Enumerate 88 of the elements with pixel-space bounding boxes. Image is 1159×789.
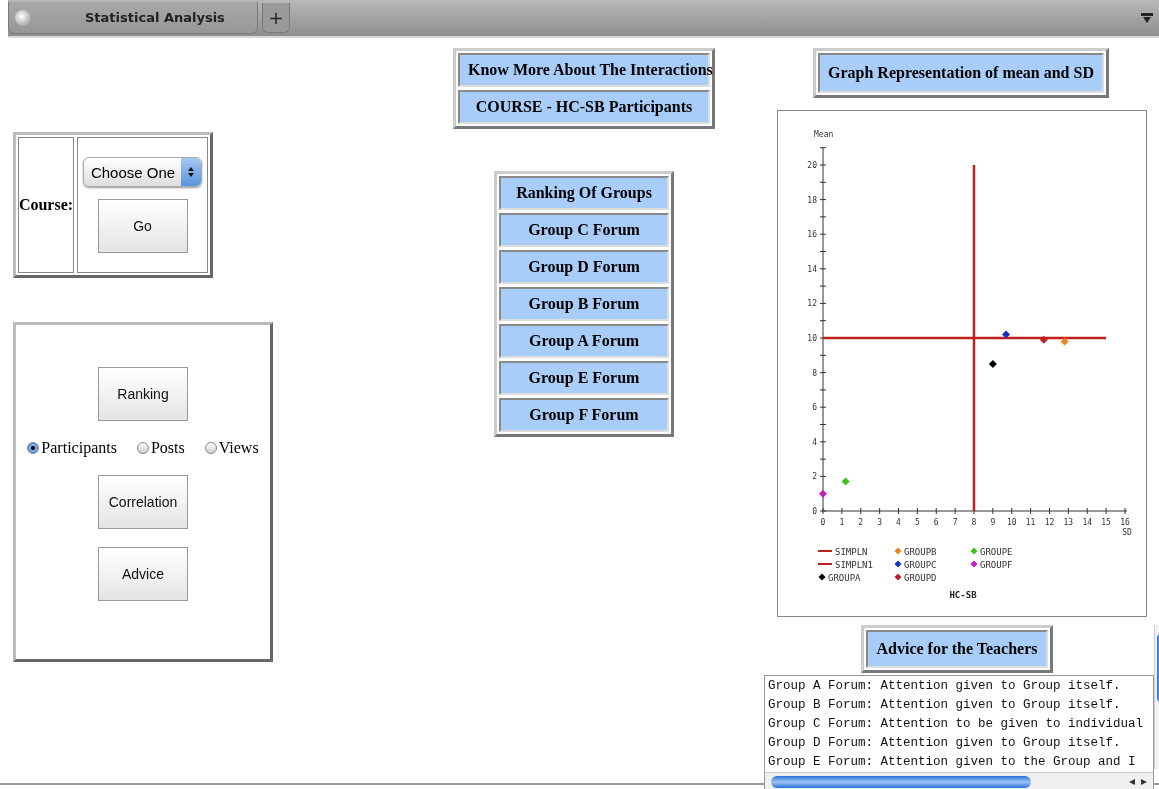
tick-label: 15 xyxy=(1101,518,1111,527)
tick-label: 10 xyxy=(807,334,817,343)
table-cell[interactable]: Group F Forum xyxy=(499,398,669,432)
legend-item: GROUPB xyxy=(894,546,937,557)
tick-label: 1 xyxy=(839,518,845,527)
data-point xyxy=(988,359,997,368)
legend-item: SIMPLN xyxy=(817,546,868,557)
legend-label: GROUPD xyxy=(904,572,937,583)
legend-item: GROUPE xyxy=(970,546,1013,557)
legend-item: GROUPD xyxy=(894,572,937,583)
browser-tab[interactable]: Statistical Analysis xyxy=(8,2,258,34)
axis-title: Mean xyxy=(814,130,834,139)
course-label: Course: xyxy=(18,196,74,214)
tick-label: 4 xyxy=(812,437,817,447)
table-cell[interactable]: Group A Forum xyxy=(499,324,669,358)
text-line: Group C Forum: Attention to be given to individual xyxy=(768,716,1145,733)
tick-label: 12 xyxy=(1044,518,1055,527)
menu-icon[interactable] xyxy=(1141,12,1153,24)
table-cell[interactable]: Group E Forum xyxy=(499,361,669,395)
legend-label: GROUPC xyxy=(904,559,937,570)
action-button[interactable]: Ranking xyxy=(98,367,188,421)
tick-label: 10 xyxy=(1006,518,1017,527)
action-button[interactable]: Correlation xyxy=(98,475,188,529)
legend-label: GROUPB xyxy=(904,546,937,557)
text-line: Group A Forum: Attention given to Group itself. xyxy=(768,678,1122,695)
graph-title: Graph Representation of mean and SD xyxy=(818,53,1104,93)
tick-label: 3 xyxy=(877,518,883,527)
tick-label: 14 xyxy=(1082,518,1093,527)
course-select[interactable]: Choose One xyxy=(82,157,203,187)
tick-label: 18 xyxy=(807,195,817,205)
legend-label: SIMPLN1 xyxy=(835,559,873,570)
table-cell[interactable]: COURSE - HC-SB Participants xyxy=(458,90,710,124)
tick-label: 7 xyxy=(952,518,958,527)
tick-label: 20 xyxy=(807,161,817,170)
go-button[interactable]: Go xyxy=(97,199,188,253)
data-point xyxy=(1002,330,1011,339)
text-line: Group B Forum: Attention given to Group itself. xyxy=(768,697,1122,714)
radio-button[interactable] xyxy=(27,442,40,454)
legend-label: GROUPE xyxy=(980,546,1013,557)
legend-item: GROUPA xyxy=(818,572,861,583)
legend-item: SIMPLN1 xyxy=(817,559,873,570)
axis-title: SD xyxy=(1122,528,1132,537)
tick-label: 6 xyxy=(812,403,817,413)
tick-label: 2 xyxy=(812,472,817,482)
new-tab-button[interactable]: + xyxy=(262,3,290,33)
scroll-arrows-icon xyxy=(1127,778,1149,786)
tick-label: 16 xyxy=(1120,518,1130,527)
advice-title: Advice for the Teachers xyxy=(866,630,1048,668)
stepper-arrows-icon xyxy=(181,158,202,186)
tick-label: 0 xyxy=(812,507,817,516)
table-cell[interactable]: Group B Forum xyxy=(499,287,669,321)
tick-label: 11 xyxy=(1025,518,1036,527)
table-cell[interactable]: Group C Forum xyxy=(499,213,669,247)
data-point xyxy=(841,477,850,486)
tick-label: 8 xyxy=(812,368,817,378)
text-line: Group D Forum: Attention given to Group itself. xyxy=(768,735,1122,752)
legend-label: SIMPLN xyxy=(835,546,868,557)
tick-label: 2 xyxy=(858,518,864,527)
advice-text-area[interactable] xyxy=(764,675,1154,789)
text-line: Group E Forum: Attention given to the Group and I xyxy=(768,754,1137,771)
tick-label: 4 xyxy=(896,518,901,527)
action-button[interactable]: Advice xyxy=(98,547,188,601)
tick-label: 14 xyxy=(807,264,817,274)
tick-label: 13 xyxy=(1063,518,1074,527)
radio-button[interactable] xyxy=(136,442,149,454)
table-header: Ranking Of Groups xyxy=(499,176,669,210)
chart-title: HC-SB xyxy=(949,590,977,600)
tick-label: 0 xyxy=(820,518,826,527)
tick-label: 16 xyxy=(807,230,817,240)
tick-label: 8 xyxy=(971,518,977,527)
tick-label: 6 xyxy=(933,518,939,527)
data-point xyxy=(1060,337,1069,346)
tick-label: 5 xyxy=(914,518,920,527)
legend-label: GROUPA xyxy=(828,572,862,583)
data-point xyxy=(819,489,827,498)
legend-item: GROUPC xyxy=(894,559,937,570)
legend-item: GROUPF xyxy=(970,559,1013,570)
radio-button[interactable] xyxy=(204,442,217,454)
radio-label: Posts xyxy=(150,439,185,457)
table-cell[interactable]: Group D Forum xyxy=(499,250,669,284)
radio-label: Participants xyxy=(41,439,117,457)
tick-label: 9 xyxy=(990,518,996,527)
radio-label: Views xyxy=(218,439,259,457)
data-point xyxy=(1039,335,1048,344)
legend-label: GROUPF xyxy=(980,559,1013,570)
tick-label: 12 xyxy=(807,299,817,309)
globe-icon xyxy=(15,9,31,26)
horizontal-scrollbar[interactable] xyxy=(765,772,1153,789)
